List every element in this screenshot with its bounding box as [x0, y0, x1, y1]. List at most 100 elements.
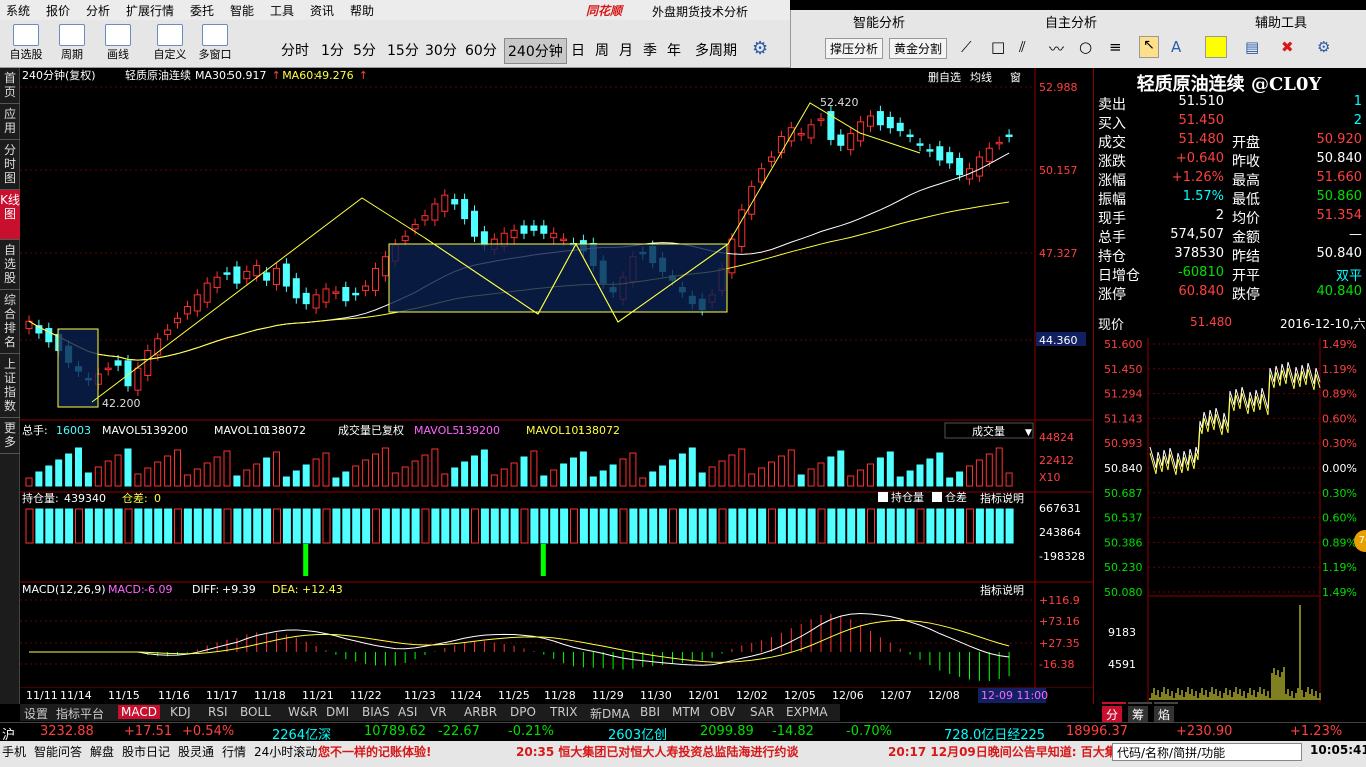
status-item-4[interactable]: 股灵通 — [178, 743, 214, 760]
status-item-2[interactable]: 解盘 — [90, 743, 114, 760]
ticker-item[interactable]: 2099.89 — [700, 724, 754, 739]
period-0[interactable]: 分时 — [278, 38, 312, 62]
left-tab-3[interactable]: K线图 — [0, 190, 20, 240]
menu-item-4[interactable]: 委托 — [190, 2, 214, 19]
intraday-mini-chart[interactable]: 51.600 1.49% 51.450 1.19% 51.294 0.89% 51.143 0… — [1094, 338, 1366, 704]
oi-checkbox[interactable] — [932, 492, 942, 502]
indicator-tab-10[interactable]: VR — [430, 705, 447, 719]
promo-link[interactable]: 您不一样的记账体验! — [318, 743, 431, 760]
period-6[interactable]: 240分钟 — [504, 38, 567, 64]
ticker-item[interactable]: +17.51 — [124, 724, 172, 739]
ticker-item[interactable]: +0.54% — [182, 724, 234, 739]
delete-drawing-icon[interactable]: ✖ — [1281, 38, 1294, 56]
menu-item-2[interactable]: 分析 — [86, 2, 110, 19]
menu-item-1[interactable]: 报价 — [46, 2, 70, 19]
indicator-tab-5[interactable]: BOLL — [240, 705, 271, 719]
oi-explain-button[interactable]: 指标说明 — [980, 491, 1024, 505]
news-item-2[interactable]: 20:17 12月09日晚间公告早知道: 百大集团 — [888, 743, 1129, 760]
left-tab-2[interactable]: 分时图 — [0, 140, 20, 190]
support-resistance-button[interactable]: 撑压分析 — [825, 38, 884, 59]
status-item-6[interactable]: 24小时滚动 — [254, 743, 317, 760]
smart-analysis-tab[interactable]: 智能分析 — [853, 12, 905, 31]
period-4[interactable]: 30分 — [422, 38, 460, 62]
indicator-tab-19[interactable]: EXPMA — [786, 705, 828, 719]
circle-tool-icon[interactable]: ○ — [1079, 38, 1092, 56]
period-10[interactable]: 季 — [640, 38, 660, 62]
left-tab-5[interactable]: 综合排名 — [0, 290, 20, 354]
news-item-1[interactable]: 20:35 恒大集团已对恒大人寿投资总监陆海进行约谈 — [516, 743, 798, 760]
corner-button-1[interactable]: 均线 — [970, 70, 992, 84]
period-3[interactable]: 15分 — [384, 38, 422, 62]
golden-section-button[interactable]: 黄金分割 — [889, 38, 948, 59]
menu-item-6[interactable]: 工具 — [270, 2, 294, 19]
indicator-tab-12[interactable]: DPO — [510, 705, 536, 719]
period-2[interactable]: 5分 — [350, 38, 379, 62]
period-1[interactable]: 1分 — [318, 38, 347, 62]
wave-tool-icon[interactable]: 〰 — [1049, 38, 1064, 59]
helper-tools-tab[interactable]: 辅助工具 — [1255, 12, 1307, 31]
status-item-1[interactable]: 智能问答 — [34, 743, 82, 760]
macd-explain-button[interactable]: 指标说明 — [980, 583, 1024, 597]
ticker-item[interactable]: +1.23% — [1290, 724, 1342, 739]
watchlist-button[interactable]: 自选股 — [6, 22, 46, 66]
line-tool-icon[interactable]: ⟋ — [961, 38, 972, 56]
indicator-tab-17[interactable]: OBV — [710, 705, 736, 719]
oi-checkbox[interactable] — [878, 492, 888, 502]
period-11[interactable]: 年 — [664, 38, 684, 62]
draw-line-button[interactable]: 画线 — [100, 22, 136, 66]
indicator-tab-16[interactable]: MTM — [672, 705, 700, 719]
menu-item-8[interactable]: 帮助 — [350, 2, 374, 19]
indicator-tab-4[interactable]: RSI — [208, 705, 228, 719]
custom-button[interactable]: 自定义 — [150, 22, 190, 66]
kline-chart[interactable]: 52.988 50.157 47.327 44.360 42.200 52.420 240分… — [20, 68, 1093, 704]
indicator-tab-3[interactable]: KDJ — [170, 705, 191, 719]
gear-icon[interactable]: ⚙ — [752, 38, 768, 59]
menu-item-5[interactable]: 智能 — [230, 2, 254, 19]
indicator-tab-7[interactable]: DMI — [326, 705, 349, 719]
indicator-tab-13[interactable]: TRIX — [550, 705, 577, 719]
status-item-5[interactable]: 行情 — [222, 743, 246, 760]
left-tab-0[interactable]: 首页 — [0, 68, 20, 104]
indicator-tab-1[interactable]: 指标平台 — [56, 705, 104, 722]
color-picker-icon[interactable] — [1205, 36, 1227, 58]
ticker-item[interactable]: 3232.88 — [40, 724, 94, 739]
mini-tab-0[interactable]: 分 — [1102, 706, 1123, 723]
mini-tab-1[interactable]: 筹 — [1128, 706, 1149, 723]
period-5[interactable]: 60分 — [462, 38, 500, 62]
ticker-item[interactable]: -0.21% — [508, 724, 554, 739]
indicator-tab-9[interactable]: ASI — [398, 705, 417, 719]
ticker-item[interactable]: +230.90 — [1176, 724, 1232, 739]
period-12[interactable]: 多周期 — [692, 38, 740, 62]
status-item-0[interactable]: 手机 — [2, 743, 26, 760]
status-item-3[interactable]: 股市日记 — [122, 743, 170, 760]
cursor-tool-icon[interactable]: ↖ — [1139, 36, 1159, 58]
corner-button-0[interactable]: 删自选 — [928, 71, 961, 84]
indicator-tab-11[interactable]: ARBR — [464, 705, 497, 719]
indicator-tab-8[interactable]: BIAS — [362, 705, 390, 719]
self-analysis-tab[interactable]: 自主分析 — [1045, 12, 1097, 31]
period-7[interactable]: 日 — [568, 38, 588, 62]
indicator-tab-2[interactable]: MACD — [118, 705, 160, 719]
ticker-item[interactable]: -22.67 — [438, 724, 480, 739]
ticker-item[interactable]: -0.70% — [846, 724, 892, 739]
rect-tool-icon[interactable]: □ — [991, 38, 1005, 56]
save-drawing-icon[interactable]: ▤ — [1245, 38, 1259, 56]
left-tab-6[interactable]: 上证指数 — [0, 354, 20, 418]
left-tab-7[interactable]: 更多 — [0, 418, 20, 454]
period-9[interactable]: 月 — [616, 38, 636, 62]
menu-item-7[interactable]: 资讯 — [310, 2, 334, 19]
ticker-item[interactable]: 10789.62 — [364, 724, 426, 739]
mini-tab-2[interactable]: 焰 — [1154, 706, 1175, 723]
search-input[interactable]: 代码/名称/简拼/功能 — [1112, 743, 1302, 761]
indicator-tab-6[interactable]: W&R — [288, 705, 318, 719]
drawn-box-1[interactable] — [57, 328, 99, 408]
corner-button-2[interactable]: 窗 — [1010, 70, 1021, 84]
period-button[interactable]: 周期 — [54, 22, 90, 66]
indicator-tab-18[interactable]: SAR — [750, 705, 774, 719]
indicator-tab-0[interactable]: 设置 — [24, 705, 48, 722]
indicator-tab-15[interactable]: BBI — [640, 705, 660, 719]
period-8[interactable]: 周 — [592, 38, 612, 62]
channel-tool-icon[interactable]: ⫽ — [1019, 38, 1026, 56]
menu-item-0[interactable]: 系统 — [6, 2, 30, 19]
multi-window-button[interactable]: 多窗口 — [194, 22, 236, 66]
